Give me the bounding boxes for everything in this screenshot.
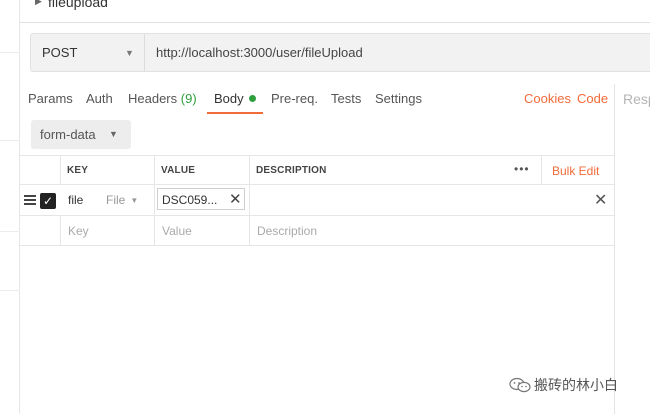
tab-headers-label: Headers [128, 91, 178, 106]
row-type-select[interactable]: File ▼ [106, 193, 138, 207]
header-value-cell: VALUE [154, 156, 249, 184]
watermark-text: 搬砖的林小白 [534, 377, 618, 393]
file-chip[interactable]: DSC059... ✕ [157, 188, 245, 210]
bulk-edit-link[interactable]: Bulk Edit [552, 164, 599, 178]
header-description: DESCRIPTION [256, 165, 327, 176]
postman-window: ▶ fileupload POST ▼ http://localhost:300… [0, 0, 650, 414]
tab-params[interactable]: Params [28, 91, 73, 106]
new-key-cell[interactable]: Key [60, 216, 155, 245]
key-placeholder: Key [68, 224, 89, 238]
caret-down-icon: ▼ [125, 48, 134, 58]
description-placeholder: Description [257, 224, 318, 238]
code-link[interactable]: Code [577, 91, 608, 106]
body-type-label: form-data [40, 127, 96, 142]
response-title: Resp [623, 91, 650, 107]
header-key-cell: KEY [60, 156, 155, 184]
cookies-link[interactable]: Cookies [524, 91, 571, 106]
body-type-select[interactable]: form-data ▼ [31, 120, 131, 149]
more-options-icon[interactable]: ••• [514, 162, 530, 176]
url-bar: POST ▼ http://localhost:3000/user/fileUp… [30, 33, 650, 72]
row-description-cell[interactable] [249, 185, 614, 215]
method-select[interactable]: POST ▼ [31, 34, 145, 71]
value-placeholder: Value [162, 224, 192, 238]
file-name: DSC059... [162, 193, 218, 207]
tab-tests[interactable]: Tests [331, 91, 361, 106]
caret-down-icon: ▼ [130, 196, 139, 205]
table-header: KEY VALUE DESCRIPTION ••• Bulk Edit [20, 155, 614, 185]
gutter-divider [0, 140, 20, 141]
drag-handle-icon[interactable] [24, 195, 36, 205]
header-separator [541, 156, 542, 184]
table-row: Key Value Description [20, 216, 614, 246]
delete-row-icon[interactable]: ✕ [594, 190, 607, 210]
headers-count: (9) [180, 91, 197, 106]
table-row: ✓ file File ▼ DSC059... ✕ ✕ [20, 185, 614, 216]
row-enable-checkbox[interactable]: ✓ [40, 193, 56, 209]
active-tab-indicator [207, 112, 263, 114]
new-value-cell[interactable]: Value [154, 216, 249, 245]
body-active-dot-icon [248, 95, 256, 102]
tab-body-label: Body [214, 91, 244, 106]
caret-down-icon: ▼ [109, 129, 118, 139]
caret-right-icon[interactable]: ▶ [35, 0, 42, 7]
pane-divider[interactable] [614, 84, 615, 414]
header-key: KEY [67, 165, 89, 176]
request-name-bar[interactable]: ▶ fileupload [20, 0, 650, 23]
new-description-cell[interactable]: Description [249, 216, 614, 245]
header-value: VALUE [161, 165, 196, 176]
wechat-icon [509, 377, 531, 393]
tab-pre-request[interactable]: Pre-req. [271, 91, 318, 106]
request-tabs: Params Auth Headers (9) Body Pre-req. Te… [20, 84, 614, 116]
tab-auth[interactable]: Auth [86, 91, 113, 106]
gutter-divider [0, 231, 20, 232]
tab-headers[interactable]: Headers (9) [128, 91, 197, 106]
tab-body[interactable]: Body [214, 91, 256, 106]
row-type-label: File [106, 193, 126, 207]
tab-settings[interactable]: Settings [375, 91, 422, 106]
request-name[interactable]: fileupload [48, 0, 108, 10]
method-label: POST [42, 45, 78, 60]
remove-file-icon[interactable]: ✕ [229, 190, 242, 208]
left-gutter [0, 0, 20, 414]
gutter-divider [0, 290, 20, 291]
gutter-divider [0, 52, 20, 53]
row-key[interactable]: file [68, 193, 83, 207]
url-input[interactable]: http://localhost:3000/user/fileUpload [156, 45, 363, 60]
